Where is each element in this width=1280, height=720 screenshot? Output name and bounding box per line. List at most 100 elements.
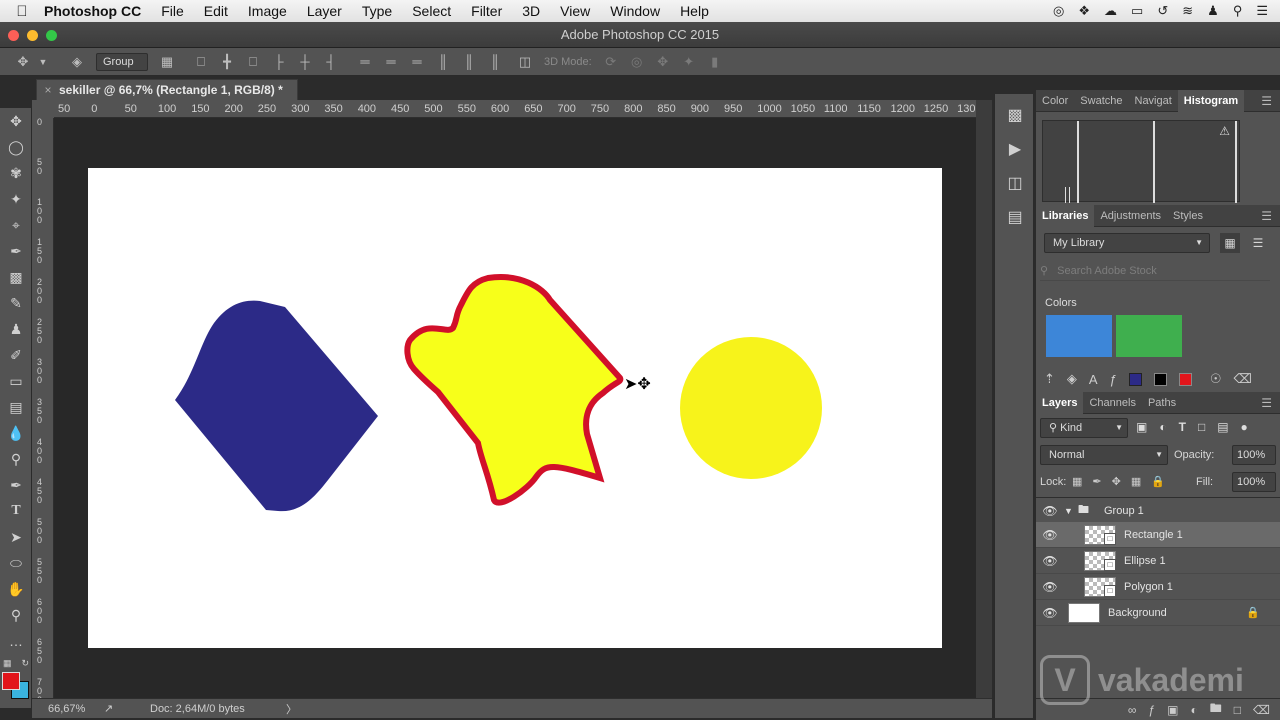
tab-libraries[interactable]: Libraries	[1036, 204, 1095, 227]
menu-filter[interactable]: Filter	[471, 3, 502, 19]
type-tool-icon[interactable]: T	[0, 498, 32, 524]
distribute-vcenter-icon[interactable]: ═	[378, 54, 404, 69]
list-icon[interactable]: ☰	[1256, 3, 1268, 19]
lock-transparency-icon[interactable]: ▦	[1072, 475, 1082, 488]
app-menu[interactable]: Photoshop CC	[44, 3, 141, 19]
zoom-tool-icon[interactable]: ⚲	[0, 602, 32, 628]
add-text-icon[interactable]: A	[1089, 372, 1098, 387]
add-black-swatch[interactable]	[1153, 372, 1167, 386]
healing-brush-icon[interactable]: ▩	[0, 264, 32, 290]
wifi-icon[interactable]: ≋	[1182, 3, 1193, 19]
distribute-left-icon[interactable]: ║	[430, 54, 456, 69]
lock-artboard-icon[interactable]: ▦	[1131, 475, 1141, 488]
tab-styles[interactable]: Styles	[1167, 205, 1209, 227]
ellipse-tool-icon[interactable]: ⬭	[0, 550, 32, 576]
auto-select-icon[interactable]: ◈	[64, 54, 90, 70]
close-tab-icon[interactable]: ×	[37, 83, 59, 97]
zoom-level[interactable]: 66,67%	[48, 703, 104, 715]
grid-view-icon[interactable]: ▦	[1220, 233, 1240, 253]
filter-kind-select[interactable]: ⚲ Kind ▼	[1040, 418, 1128, 438]
align-vcenter-icon[interactable]: ╋	[214, 54, 240, 70]
tab-adjustments[interactable]: Adjustments	[1094, 205, 1167, 227]
tab-color[interactable]: Color	[1036, 90, 1074, 112]
opacity-input[interactable]: 100%	[1232, 445, 1276, 465]
distribute-right-icon[interactable]: ║	[482, 54, 508, 69]
layer-row[interactable]: 👁 □ Ellipse 1	[1036, 548, 1280, 574]
screen-icon[interactable]: ▭	[1131, 3, 1143, 19]
lasso-tool-icon[interactable]: ✾	[0, 160, 32, 186]
path-selection-icon[interactable]: ➤	[0, 524, 32, 550]
vertical-scrollbar[interactable]	[976, 100, 992, 698]
library-select[interactable]: My Library ▼	[1044, 233, 1210, 253]
zoom-window-button[interactable]	[46, 30, 57, 41]
align-hcenter-icon[interactable]: ┼	[292, 54, 318, 69]
distribute-top-icon[interactable]: ═	[352, 54, 378, 69]
document-canvas[interactable]	[88, 168, 942, 648]
eyedropper-icon[interactable]: ✒	[0, 238, 32, 264]
dodge-tool-icon[interactable]: ⚲	[0, 446, 32, 472]
move-tool-preset-icon[interactable]: ✥	[10, 54, 36, 70]
paint-bucket-icon[interactable]: ▤	[0, 394, 32, 420]
shape-filter-icon[interactable]: □	[1198, 420, 1205, 434]
3d-roll-icon[interactable]: ◎	[624, 54, 650, 70]
auto-select-dropdown[interactable]: Group	[96, 52, 148, 71]
elliptical-marquee-icon[interactable]: ◯	[0, 134, 32, 160]
tab-navigator[interactable]: Navigat	[1129, 90, 1178, 112]
menu-select[interactable]: Select	[412, 3, 451, 19]
magic-wand-icon[interactable]: ✦	[0, 186, 32, 212]
blur-tool-icon[interactable]: 💧	[0, 420, 32, 446]
cloud-icon[interactable]: ☁	[1104, 3, 1117, 19]
menu-type[interactable]: Type	[362, 3, 392, 19]
auto-align-icon[interactable]: ◫	[512, 54, 538, 70]
sync-icon[interactable]: ☉	[1210, 371, 1222, 387]
user-icon[interactable]: ♟	[1207, 3, 1219, 19]
panel-menu-icon[interactable]: ☰	[1261, 94, 1272, 108]
chevron-down-icon[interactable]: ▼	[36, 57, 50, 67]
dropbox-icon[interactable]: ❖	[1078, 3, 1090, 19]
3d-rotate-icon[interactable]: ⟳	[598, 54, 624, 70]
3d-scale-icon[interactable]: ▮	[702, 54, 728, 70]
fill-input[interactable]: 100%	[1232, 472, 1276, 492]
menu-image[interactable]: Image	[248, 3, 287, 19]
visibility-eye-icon[interactable]: 👁	[1036, 528, 1064, 542]
3d-slide-icon[interactable]: ✦	[676, 54, 702, 70]
align-right-icon[interactable]: ┤	[318, 54, 344, 69]
document-tab[interactable]: × sekiller @ 66,7% (Rectangle 1, RGB/8) …	[36, 79, 298, 100]
crop-tool-icon[interactable]: ⌖	[0, 212, 32, 238]
panel-menu-icon[interactable]: ☰	[1261, 396, 1272, 410]
more-tools-icon[interactable]: …	[0, 628, 32, 654]
actions-play-icon[interactable]: ▶	[995, 132, 1035, 166]
visibility-eye-icon[interactable]: 👁	[1036, 580, 1064, 594]
type-filter-icon[interactable]: T	[1179, 420, 1186, 434]
tab-channels[interactable]: Channels	[1083, 392, 1141, 414]
chevron-down-icon[interactable]: ▼	[1064, 506, 1078, 516]
minimize-window-button[interactable]	[27, 30, 38, 41]
layer-row[interactable]: 👁 □ Polygon 1	[1036, 574, 1280, 600]
menu-3d[interactable]: 3D	[522, 3, 540, 19]
tab-histogram[interactable]: Histogram	[1177, 89, 1245, 112]
filter-toggle-icon[interactable]: ●	[1241, 420, 1248, 434]
visibility-eye-icon[interactable]: 👁	[1036, 554, 1064, 568]
apple-menu-icon[interactable]: 	[0, 3, 44, 20]
distribute-hcenter-icon[interactable]: ║	[456, 54, 482, 69]
list-view-icon[interactable]: ☰	[1248, 233, 1268, 253]
history-brush-icon[interactable]: ✐	[0, 342, 32, 368]
hand-tool-icon[interactable]: ✋	[0, 576, 32, 602]
default-colors-icon[interactable]: ▦ ↻	[0, 654, 32, 672]
menu-view[interactable]: View	[560, 3, 590, 19]
layer-row-background[interactable]: 👁 Background 🔒	[1036, 600, 1280, 626]
upload-icon[interactable]: ⇡	[1044, 371, 1055, 387]
visibility-eye-icon[interactable]: 👁	[1036, 606, 1064, 620]
menu-edit[interactable]: Edit	[204, 3, 228, 19]
layer-row-selected[interactable]: 👁 □ Rectangle 1	[1036, 522, 1280, 548]
lock-position-icon[interactable]: ✥	[1112, 475, 1121, 488]
tab-paths[interactable]: Paths	[1142, 392, 1182, 414]
history-panel-icon[interactable]: ▩	[995, 98, 1035, 132]
align-bottom-icon[interactable]: ⎕	[240, 54, 266, 70]
panel-menu-icon[interactable]: ☰	[1261, 209, 1272, 223]
menu-window[interactable]: Window	[610, 3, 660, 19]
properties-panel-icon[interactable]: ◫	[995, 166, 1035, 200]
adjustment-filter-icon[interactable]: ◐	[1159, 420, 1166, 434]
brush-tool-icon[interactable]: ✎	[0, 290, 32, 316]
clone-stamp-icon[interactable]: ♟	[0, 316, 32, 342]
